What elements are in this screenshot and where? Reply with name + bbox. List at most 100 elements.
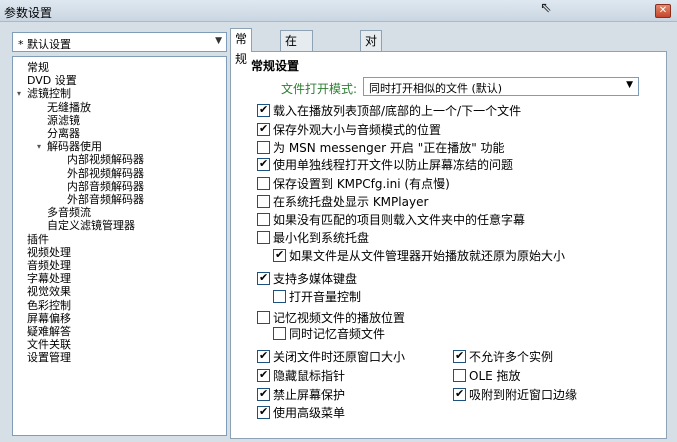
option-checkbox[interactable]: 同时记忆音频文件 xyxy=(273,325,386,341)
option-checkbox[interactable]: 保存设置到 KMPCfg.ini (有点慢) xyxy=(257,175,450,191)
option-checkbox[interactable]: 为 MSN messenger 开启 "正在播放" 功能 xyxy=(257,139,505,155)
option-checkbox[interactable]: 使用高级菜单 xyxy=(257,404,346,420)
checkbox-checked-icon[interactable] xyxy=(257,271,270,285)
file-open-mode-select[interactable]: 同时打开相似的文件 (默认) ▼ xyxy=(363,77,639,96)
checkbox-checked-icon[interactable] xyxy=(257,368,270,382)
close-icon[interactable]: ✕ xyxy=(655,4,671,18)
chevron-down-icon[interactable]: ▼ xyxy=(626,80,633,90)
tree-item-label: 屏幕偏移 xyxy=(27,311,71,325)
checkbox-checked-icon[interactable] xyxy=(257,387,270,401)
tree-item[interactable]: ▾ 滤镜控制 xyxy=(17,87,71,101)
checkbox-checked-icon[interactable] xyxy=(257,349,270,363)
tree-item[interactable]: 内部音频解码器 xyxy=(67,180,144,193)
tree-item-label: 设置管理 xyxy=(27,351,71,365)
checkbox-checked-icon[interactable] xyxy=(273,248,286,262)
option-checkbox[interactable]: 吸附到附近窗口边缘 xyxy=(453,386,578,402)
checkbox-checked-icon[interactable] xyxy=(257,103,270,117)
tree-item-label: 常规 xyxy=(27,61,49,74)
option-checkbox[interactable]: 如果没有匹配的项目则载入文件夹中的任意字幕 xyxy=(257,211,525,227)
tree-item[interactable]: 多音频流 xyxy=(47,206,91,219)
checkbox-checked-icon[interactable] xyxy=(257,405,270,419)
tree-item[interactable]: 分离器 xyxy=(47,127,80,140)
option-label: 保存外观大小与音频模式的位置 xyxy=(273,123,442,137)
general-settings-panel: 常规设置 文件打开模式: 同时打开相似的文件 (默认) ▼ 载入在播放列表顶部/… xyxy=(230,51,667,439)
tab-general[interactable]: 常规 xyxy=(230,28,253,66)
checkbox-unchecked-icon[interactable] xyxy=(257,195,270,208)
option-checkbox[interactable]: 隐藏鼠标指针 xyxy=(257,367,345,383)
option-checkbox[interactable]: 关闭文件时还原窗口大小 xyxy=(257,348,405,364)
option-checkbox[interactable]: 禁止屏幕保护 xyxy=(257,386,345,402)
tree-item[interactable]: 源滤镜 xyxy=(47,114,80,127)
checkbox-unchecked-icon[interactable] xyxy=(257,213,270,226)
tree-item[interactable]: 外部视频解码器 xyxy=(67,167,144,180)
checkbox-checked-icon[interactable] xyxy=(257,157,270,171)
option-label: 最小化到系统托盘 xyxy=(273,231,370,245)
tree-item-label: 自定义滤镜管理器 xyxy=(47,219,135,233)
option-label: 支持多媒体键盘 xyxy=(273,272,358,286)
checkbox-unchecked-icon[interactable] xyxy=(257,141,270,154)
option-label: 同时记忆音频文件 xyxy=(289,327,386,341)
tree-item[interactable]: ▾ 解码器使用 xyxy=(37,140,102,153)
checkbox-unchecked-icon[interactable] xyxy=(257,311,270,324)
tree-item-label: 滤镜控制 xyxy=(27,87,71,101)
option-label: 使用高级菜单 xyxy=(273,406,346,420)
tree-item[interactable]: 外部音频解码器 xyxy=(67,193,144,206)
option-checkbox[interactable]: 在系统托盘处显示 KMPlayer xyxy=(257,193,428,209)
tree-item[interactable]: 音频处理 xyxy=(27,259,71,272)
checkbox-checked-icon[interactable] xyxy=(453,349,466,363)
tree-item-label: 视频处理 xyxy=(27,245,71,259)
tree-item[interactable]: 常规 xyxy=(27,61,49,74)
tab-dialog[interactable]: 对话框 xyxy=(360,30,383,88)
option-checkbox[interactable]: 保存外观大小与音频模式的位置 xyxy=(257,121,442,137)
tree-item-label: 音频处理 xyxy=(27,259,71,272)
tree-item[interactable]: 视频处理 xyxy=(27,246,71,259)
tree-item[interactable]: 字幕处理 xyxy=(27,272,71,285)
tree-expand-icon[interactable]: ▾ xyxy=(17,87,25,100)
option-checkbox[interactable]: 不允许多个实例 xyxy=(453,348,553,364)
checkbox-unchecked-icon[interactable] xyxy=(257,231,270,244)
option-checkbox[interactable]: 载入在播放列表顶部/底部的上一个/下一个文件 xyxy=(257,102,521,118)
tree-item[interactable]: 视觉效果 xyxy=(27,285,71,298)
tree-item[interactable]: DVD 设置 xyxy=(27,74,77,87)
tree-item[interactable]: 无缝播放 xyxy=(47,101,91,114)
tree-item[interactable]: 自定义滤镜管理器 xyxy=(47,219,135,232)
tree-item[interactable]: 插件 xyxy=(27,233,49,246)
tree-item[interactable]: 设置管理 xyxy=(27,351,71,364)
option-checkbox[interactable]: 最小化到系统托盘 xyxy=(257,229,370,245)
tree-item[interactable]: 内部视频解码器 xyxy=(67,153,144,166)
checkbox-unchecked-icon[interactable] xyxy=(273,327,286,340)
option-label: 吸附到附近窗口边缘 xyxy=(469,388,578,402)
preset-select[interactable]: * 默认设置 ▼ xyxy=(12,32,227,52)
tree-item-label: 外部视频解码器 xyxy=(67,166,144,180)
file-open-mode-value: 同时打开相似的文件 (默认) xyxy=(369,82,503,95)
option-checkbox[interactable]: 记忆视频文件的播放位置 xyxy=(257,309,406,325)
tab-on-startup[interactable]: 在启动时... xyxy=(280,30,314,108)
option-checkbox[interactable]: 支持多媒体键盘 xyxy=(257,270,358,286)
tree-item-label: 外部音频解码器 xyxy=(67,193,144,206)
option-checkbox[interactable]: 打开音量控制 xyxy=(273,288,361,304)
checkbox-unchecked-icon[interactable] xyxy=(257,177,270,190)
option-checkbox[interactable]: 如果文件是从文件管理器开始播放就还原为原始大小 xyxy=(273,247,566,263)
checkbox-checked-icon[interactable] xyxy=(453,387,466,401)
tree-item[interactable]: 色彩控制 xyxy=(27,299,71,312)
tree-item[interactable]: 文件关联 xyxy=(27,338,71,351)
tree-item-label: 内部音频解码器 xyxy=(67,179,144,193)
option-checkbox[interactable]: OLE 拖放 xyxy=(453,367,521,383)
checkbox-unchecked-icon[interactable] xyxy=(453,369,466,382)
tree-item-label: 文件关联 xyxy=(27,338,71,352)
option-label: OLE 拖放 xyxy=(469,369,521,383)
tree-item[interactable]: 疑难解答 xyxy=(27,325,71,338)
option-checkbox[interactable]: 使用单独线程打开文件以防止屏幕冻结的问题 xyxy=(257,156,513,172)
tree-item-label: 分离器 xyxy=(47,127,80,140)
tree-item[interactable]: 屏幕偏移 xyxy=(27,312,71,325)
tree-item-label: 源滤镜 xyxy=(47,113,80,127)
checkbox-checked-icon[interactable] xyxy=(257,122,270,136)
preset-select-value: * 默认设置 xyxy=(18,38,71,51)
tree-expand-icon[interactable]: ▾ xyxy=(37,140,45,153)
checkbox-unchecked-icon[interactable] xyxy=(273,290,286,303)
chevron-down-icon[interactable]: ▼ xyxy=(215,36,222,46)
option-label: 记忆视频文件的播放位置 xyxy=(273,311,406,325)
option-label: 如果文件是从文件管理器开始播放就还原为原始大小 xyxy=(289,249,566,263)
tree-item-label: 视觉效果 xyxy=(27,285,71,299)
title-bar: 参数设置 ✕ xyxy=(0,0,677,22)
